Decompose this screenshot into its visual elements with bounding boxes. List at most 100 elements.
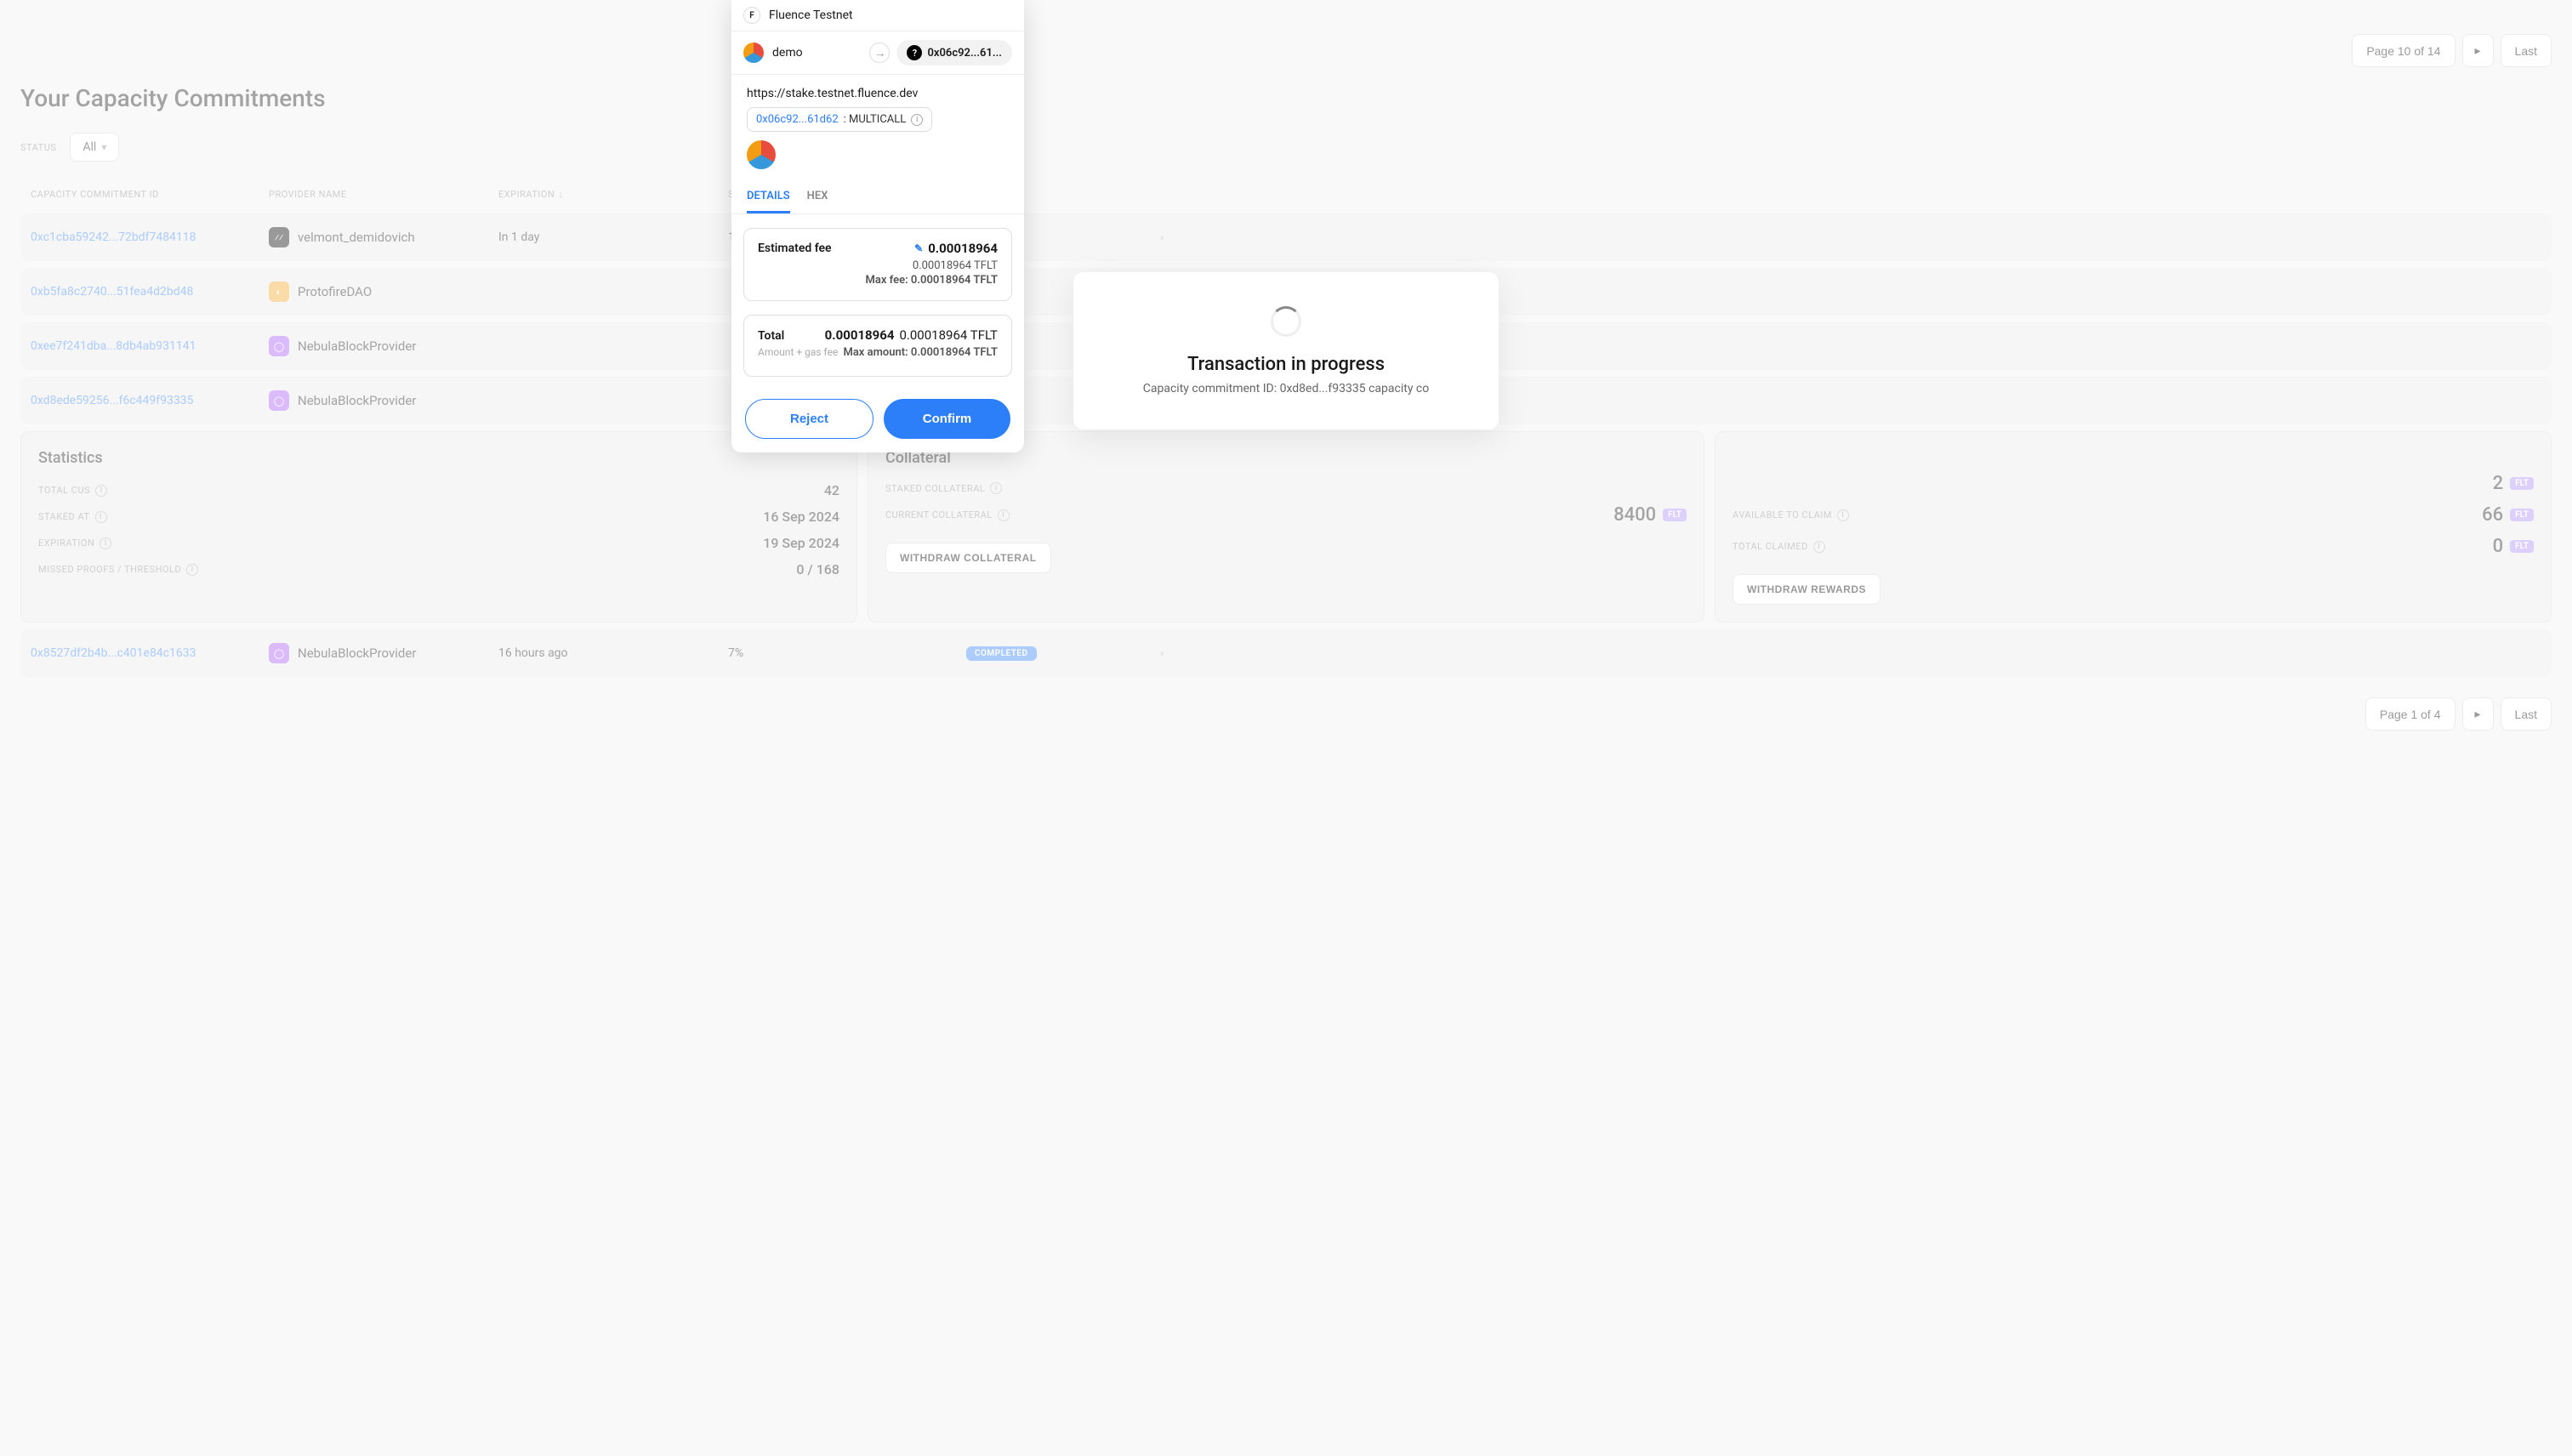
expiration-value: 19 Sep 2024 xyxy=(763,535,839,551)
current-collateral-value: 8400 FLT xyxy=(1613,504,1687,526)
tab-details[interactable]: DETAILS xyxy=(747,181,790,213)
info-icon[interactable]: i xyxy=(911,114,923,126)
chevron-down-icon: ⌄ xyxy=(1155,395,1164,407)
info-icon[interactable]: i xyxy=(186,564,198,576)
available-claim-value: 66 FLT xyxy=(2482,504,2534,526)
total-label: Total xyxy=(758,329,784,343)
chevron-right-icon: › xyxy=(1160,231,1164,243)
bottom-next-button[interactable]: ▸ xyxy=(2462,697,2494,731)
provider-icon: ◯ xyxy=(269,336,289,356)
account-avatar-icon xyxy=(743,43,764,63)
est-fee-sub: 0.00018964 TFLT xyxy=(758,259,998,272)
rewards-panel: 2 FLT AVAILABLE TO CLAIMi 66 FLT TOTAL C… xyxy=(1715,431,2552,623)
sort-down-icon: ↓ xyxy=(558,189,563,200)
reject-button[interactable]: Reject xyxy=(745,399,873,439)
contract-address: 0x06c92...61d62 xyxy=(756,113,839,126)
expiration-cell: In 1 day xyxy=(498,230,728,244)
provider-name: NebulaBlockProvider xyxy=(298,393,416,408)
flt-badge: FLT xyxy=(1663,509,1687,521)
staked-at-value: 16 Sep 2024 xyxy=(763,509,839,525)
est-fee-value: 0.00018964 xyxy=(928,241,998,256)
total-sub: 0.00018964 TFLT xyxy=(899,327,998,343)
info-icon[interactable]: i xyxy=(1837,509,1849,521)
statistics-title: Statistics xyxy=(38,449,839,467)
info-icon[interactable]: i xyxy=(990,482,1002,494)
estimated-fee-card: Estimated fee ✎ 0.00018964 0.00018964 TF… xyxy=(743,228,1012,301)
address-pill[interactable]: ? 0x06c92...61... xyxy=(896,40,1012,65)
confirm-button[interactable]: Confirm xyxy=(884,399,1010,439)
table-header: CAPACITY COMMITMENT ID PROVIDER NAME EXP… xyxy=(20,189,2552,213)
total-bold: 0.00018964 xyxy=(825,327,895,343)
flt-badge: FLT xyxy=(2510,477,2534,490)
provider-name: ProtofireDAO xyxy=(298,284,372,299)
table-row-expanded[interactable]: 0xd8ede59256...f6c449f93335 ◯ NebulaBloc… xyxy=(20,377,2552,424)
chevron-down-icon: ▾ xyxy=(101,141,106,153)
status-badge: COMPLETED xyxy=(966,646,1037,661)
provider-name: NebulaBlockProvider xyxy=(298,338,416,354)
contract-pill[interactable]: 0x06c92...61d62 : MULTICALL i xyxy=(747,107,932,132)
top-last-button[interactable]: Last xyxy=(2501,34,2552,67)
flt-badge: FLT xyxy=(2510,540,2534,553)
th-expiration[interactable]: EXPIRATION ↓ xyxy=(498,189,728,200)
bottom-page-indicator: Page 1 of 4 xyxy=(2365,697,2455,731)
wallet-network-row[interactable]: F Fluence Testnet xyxy=(731,0,1024,31)
table-row[interactable]: 0xc1cba59242...72bdf7484118 ⁄⁄ velmont_d… xyxy=(20,213,2552,261)
provider-icon: ◐ xyxy=(269,282,289,302)
network-name: Fluence Testnet xyxy=(769,9,853,22)
status-filter-value: All xyxy=(83,140,96,154)
arrow-right-icon[interactable]: → xyxy=(869,43,890,63)
provider-icon: ◯ xyxy=(269,643,289,663)
table-row[interactable]: 0xee7f241dba...8db4ab931141 ◯ NebulaBloc… xyxy=(20,322,2552,370)
tab-hex[interactable]: HEX xyxy=(807,181,828,213)
max-amount: Max amount: 0.00018964 TFLT xyxy=(843,346,998,359)
missed-value: 0 / 168 xyxy=(796,561,839,577)
info-icon[interactable]: i xyxy=(1813,541,1825,553)
total-card: Total 0.00018964 0.00018964 TFLT Amount … xyxy=(743,315,1012,377)
chevron-right-icon: › xyxy=(1160,647,1164,659)
top-page-indicator: Page 10 of 14 xyxy=(2352,34,2455,67)
status-filter-label: STATUS xyxy=(20,142,56,153)
wallet-origin-url: https://stake.testnet.fluence.dev xyxy=(731,75,1024,107)
info-icon[interactable]: i xyxy=(100,537,111,549)
table-row[interactable]: 0x8527df2b4b...c401e84c1633 ◯ NebulaBloc… xyxy=(20,629,2552,677)
page-title: Your Capacity Commitments xyxy=(20,84,2552,112)
account-name: demo xyxy=(772,46,803,60)
status-filter-select[interactable]: All ▾ xyxy=(70,133,119,162)
info-icon[interactable]: i xyxy=(998,509,1010,521)
statistics-panel: Statistics TOTAL CUSi 42 STAKED ATi 16 S… xyxy=(20,431,857,623)
total-claimed-value: 0 FLT xyxy=(2493,536,2534,557)
cc-id-link[interactable]: 0x8527df2b4b...c401e84c1633 xyxy=(31,646,269,660)
provider-name: velmont_demidovich xyxy=(298,230,415,245)
reward-top-value: 2 FLT xyxy=(2493,473,2534,494)
info-icon[interactable]: i xyxy=(95,485,107,497)
table-row[interactable]: 0xb5fa8c2740...51fea4d2bd48 ◐ ProtofireD… xyxy=(20,268,2552,316)
bottom-last-button[interactable]: Last xyxy=(2501,697,2552,731)
collateral-panel: Collateral STAKED COLLATERALi CURRENT CO… xyxy=(868,431,1704,623)
chevron-right-icon: › xyxy=(1160,286,1164,298)
info-icon[interactable]: i xyxy=(95,511,107,523)
cc-id-link[interactable]: 0xc1cba59242...72bdf7484118 xyxy=(31,230,269,244)
max-fee: Max fee: 0.00018964 TFLT xyxy=(866,274,999,287)
cc-id-link[interactable]: 0xd8ede59256...f6c449f93335 xyxy=(31,394,269,407)
top-next-button[interactable]: ▸ xyxy=(2462,34,2494,67)
contract-type: : MULTICALL xyxy=(844,113,907,126)
cc-id-link[interactable]: 0xb5fa8c2740...51fea4d2bd48 xyxy=(31,285,269,299)
edit-icon[interactable]: ✎ xyxy=(914,242,923,254)
withdraw-collateral-button[interactable]: WITHDRAW COLLATERAL xyxy=(885,543,1051,573)
chevron-right-icon: › xyxy=(1160,340,1164,352)
th-id: CAPACITY COMMITMENT ID xyxy=(31,189,269,200)
st-cell: 7% xyxy=(728,646,966,660)
amount-label: Amount + gas fee xyxy=(758,346,838,358)
provider-icon: ◯ xyxy=(269,390,289,411)
withdraw-rewards-button[interactable]: WITHDRAW REWARDS xyxy=(1733,574,1881,605)
wallet-popup: F Fluence Testnet demo → ? 0x06c92...61.… xyxy=(731,0,1024,452)
question-icon: ? xyxy=(907,45,922,60)
total-cus-value: 42 xyxy=(824,482,839,498)
network-icon: F xyxy=(743,7,760,24)
provider-icon: ⁄⁄ xyxy=(269,227,289,247)
provider-name: NebulaBlockProvider xyxy=(298,646,416,661)
est-fee-label: Estimated fee xyxy=(758,242,832,255)
flt-badge: FLT xyxy=(2510,509,2534,521)
expiration-cell: 16 hours ago xyxy=(498,646,728,660)
cc-id-link[interactable]: 0xee7f241dba...8db4ab931141 xyxy=(31,339,269,353)
